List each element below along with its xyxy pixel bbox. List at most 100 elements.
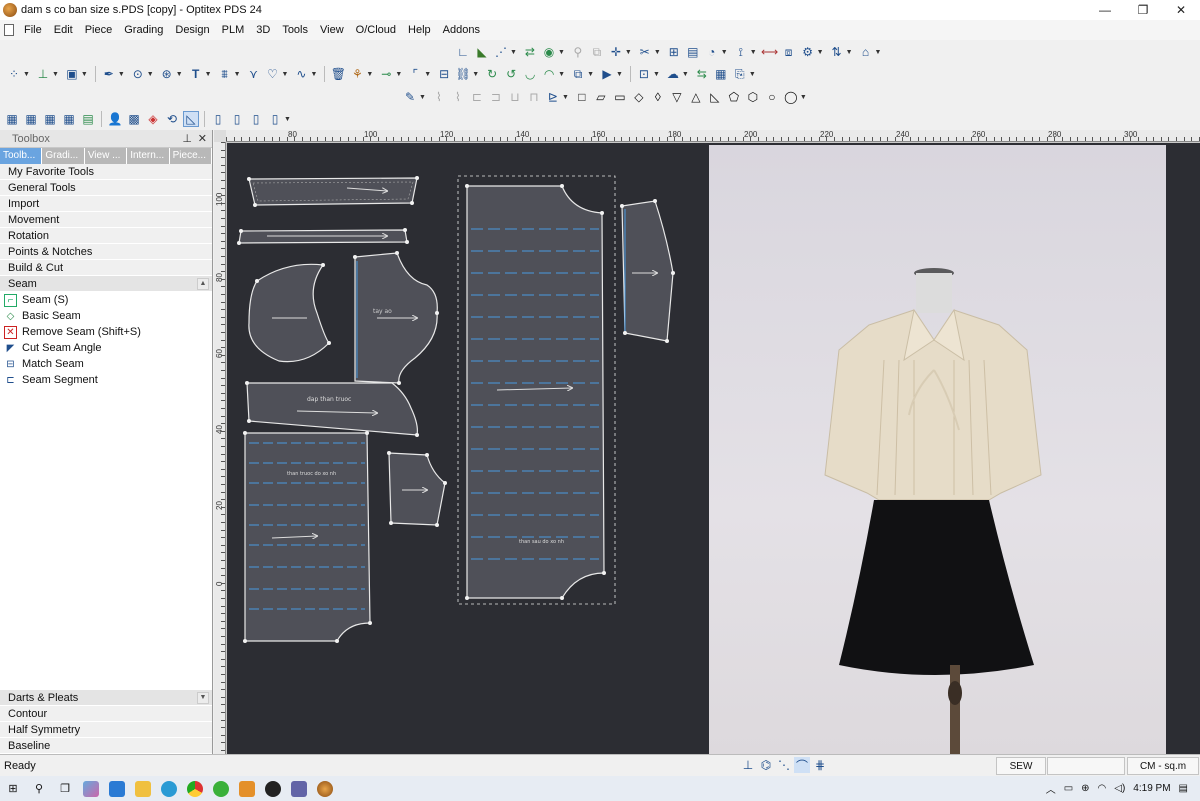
disabled-tool-icon[interactable]: ⌇: [431, 89, 447, 105]
windows-start-icon[interactable]: ⊞: [5, 781, 21, 797]
pentagon-shape-icon[interactable]: ⬠: [726, 89, 742, 105]
grid-icon[interactable]: ▩: [126, 111, 142, 127]
triangle-shape-icon[interactable]: △: [688, 89, 704, 105]
optitex-taskbar-icon[interactable]: [317, 780, 333, 797]
menu-design[interactable]: Design: [169, 24, 215, 36]
layer-icon[interactable]: ⧉: [570, 66, 586, 82]
tab-view[interactable]: View ...: [84, 148, 128, 164]
tab-piece[interactable]: Piece...: [169, 148, 213, 164]
minimize-button[interactable]: —: [1086, 0, 1124, 20]
horizontal-ruler[interactable]: 80 100 120 140 160 180 200 220 240 260 2…: [226, 130, 1200, 142]
page-copy-icon[interactable]: ▯: [229, 111, 245, 127]
diagonal-icon[interactable]: ⋱: [776, 757, 792, 773]
menu-plm[interactable]: PLM: [216, 24, 251, 36]
category-my-favorite-tools[interactable]: My Favorite Tools: [0, 164, 212, 180]
stitch-icon[interactable]: ⋕: [812, 757, 828, 773]
copilot-icon[interactable]: [83, 780, 99, 797]
menu-file[interactable]: File: [18, 24, 48, 36]
eye-view-icon[interactable]: ◉: [541, 44, 557, 60]
disabled-tool-icon-3[interactable]: ⊏: [469, 89, 485, 105]
image-icon[interactable]: ▣: [64, 66, 80, 82]
wifi-icon[interactable]: ◠: [1098, 783, 1107, 794]
piece-belt[interactable]: [238, 229, 408, 244]
document-icon[interactable]: [4, 24, 14, 36]
category-darts-pleats[interactable]: Darts & Pleats ▼: [0, 690, 212, 706]
user-icon[interactable]: 👤: [107, 111, 123, 127]
app-green-icon[interactable]: [213, 780, 229, 797]
menu-view[interactable]: View: [314, 24, 350, 36]
corner-icon[interactable]: ⌜: [407, 66, 423, 82]
pleat-icon[interactable]: ⩩: [217, 66, 233, 82]
app-orange-icon[interactable]: [239, 780, 255, 797]
table-view-2-icon[interactable]: ▦: [23, 111, 39, 127]
target-icon[interactable]: ⊙: [130, 66, 146, 82]
add-point-icon[interactable]: ⊥: [35, 66, 51, 82]
piece-front-bodice[interactable]: tay ao: [354, 252, 438, 384]
category-import[interactable]: Import: [0, 196, 212, 212]
swap-icon[interactable]: ⇆: [694, 66, 710, 82]
piece-back-main[interactable]: than sau do xo nh: [457, 175, 616, 605]
search-icon[interactable]: ⚲: [31, 781, 47, 797]
document-icon[interactable]: ▦: [713, 66, 729, 82]
text-tool-icon[interactable]: T: [188, 66, 204, 82]
circle-shape-icon[interactable]: ○: [764, 89, 780, 105]
file-explorer-icon[interactable]: [135, 780, 151, 797]
pin-icon[interactable]: ⊥: [182, 132, 192, 145]
category-half-symmetry[interactable]: Half Symmetry: [0, 722, 212, 738]
tool-remove-seam[interactable]: ✕ Remove Seam (Shift+S): [0, 324, 212, 340]
piece-front-overlay[interactable]: dap than truoc: [246, 382, 418, 436]
vertical-ruler[interactable]: 100 80 60 40 20 0: [214, 142, 226, 754]
shape-tool-icon[interactable]: ◣: [474, 44, 490, 60]
menu-piece[interactable]: Piece: [79, 24, 119, 36]
calculator-icon[interactable]: ▤: [80, 111, 96, 127]
menu-tools[interactable]: Tools: [276, 24, 314, 36]
tab-toolbox[interactable]: Toolb...: [0, 148, 43, 164]
measure-icon[interactable]: ⟟: [733, 44, 749, 60]
reference-photo[interactable]: [709, 145, 1166, 754]
pieces-icon[interactable]: ▤: [685, 44, 701, 60]
diamond-shape-icon[interactable]: ◇: [631, 89, 647, 105]
edge-icon[interactable]: [161, 780, 177, 797]
disabled-tool-icon-6[interactable]: ⊓: [526, 89, 542, 105]
language-icon[interactable]: ⊕: [1081, 783, 1089, 794]
window-icon[interactable]: ⧈: [781, 44, 797, 60]
piece-front-pleated[interactable]: than truoc do xo nh: [244, 432, 371, 642]
right-triangle-shape-icon[interactable]: ◺: [707, 89, 723, 105]
circle2-shape-icon[interactable]: ◯: [783, 89, 799, 105]
page-flip-icon[interactable]: ▯: [248, 111, 264, 127]
task-view-icon[interactable]: ❐: [57, 781, 73, 797]
color-palette-icon[interactable]: ◈: [145, 111, 161, 127]
hexagon-shape-icon[interactable]: ⬡: [745, 89, 761, 105]
disabled-tool-icon-4[interactable]: ⊐: [488, 89, 504, 105]
category-seam[interactable]: Seam ▲: [0, 276, 212, 292]
category-movement[interactable]: Movement: [0, 212, 212, 228]
rect-shape-icon[interactable]: ▭: [612, 89, 628, 105]
pointer-icon[interactable]: ✎: [402, 89, 418, 105]
chain-icon[interactable]: ⛓: [455, 66, 471, 82]
category-points-notches[interactable]: Points & Notches: [0, 244, 212, 260]
table-view-3-icon[interactable]: ▦: [42, 111, 58, 127]
notification-icon[interactable]: ▤: [1179, 783, 1188, 794]
display-icon[interactable]: ⊡: [636, 66, 652, 82]
app-dark-icon[interactable]: [265, 780, 281, 797]
battery-icon[interactable]: ▭: [1064, 783, 1073, 794]
play-icon[interactable]: ▶: [599, 66, 615, 82]
page-icon[interactable]: ▯: [210, 111, 226, 127]
flip-icon[interactable]: ⇅: [829, 44, 845, 60]
table-view-4-icon[interactable]: ▦: [61, 111, 77, 127]
menu-edit[interactable]: Edit: [48, 24, 79, 36]
close-button[interactable]: ✕: [1162, 0, 1200, 20]
button-icon[interactable]: ⊛: [159, 66, 175, 82]
sewing-machine-icon[interactable]: ⌬: [758, 757, 774, 773]
pen-icon[interactable]: ✒: [101, 66, 117, 82]
tool-basic-seam[interactable]: ◇ Basic Seam: [0, 308, 212, 324]
kite-shape-icon[interactable]: ◊: [650, 89, 666, 105]
layout-icon[interactable]: ⊞: [666, 44, 682, 60]
pattern-canvas[interactable]: tay ao dap than truoc than truoc do xo n…: [227, 143, 1200, 754]
category-rotation[interactable]: Rotation: [0, 228, 212, 244]
scroll-down-icon[interactable]: ▼: [197, 692, 209, 704]
tool-cut-seam-angle[interactable]: ◤ Cut Seam Angle: [0, 340, 212, 356]
drill-icon[interactable]: ⊸: [378, 66, 394, 82]
menu-help[interactable]: Help: [402, 24, 437, 36]
box-icon[interactable]: ⊟: [436, 66, 452, 82]
